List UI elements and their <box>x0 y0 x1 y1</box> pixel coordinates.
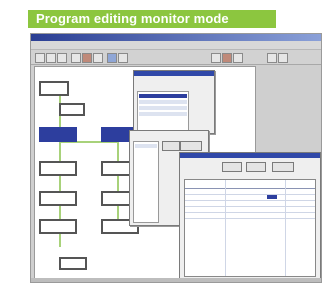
grid-line <box>185 200 315 201</box>
window-button[interactable] <box>180 141 202 151</box>
monitor-icon[interactable] <box>107 53 117 63</box>
grid-line <box>185 212 315 213</box>
zoom-icon[interactable] <box>267 53 277 63</box>
list-item[interactable] <box>135 144 157 148</box>
initial-step[interactable] <box>39 81 69 96</box>
device-list-window[interactable] <box>133 70 215 134</box>
stop-icon[interactable] <box>222 53 232 63</box>
list-item[interactable] <box>139 106 187 110</box>
cut-icon[interactable] <box>71 53 81 63</box>
step-box[interactable] <box>39 161 77 176</box>
menu-bar[interactable] <box>31 41 321 50</box>
caption-text: Program editing monitor mode <box>36 11 229 26</box>
help-icon[interactable] <box>278 53 288 63</box>
window-titlebar[interactable] <box>134 71 214 76</box>
list-item[interactable] <box>139 94 187 98</box>
step-box[interactable] <box>59 103 85 116</box>
grid-line <box>185 194 315 195</box>
status-bar <box>31 278 321 282</box>
save-icon[interactable] <box>57 53 67 63</box>
window-button[interactable] <box>162 141 180 151</box>
device-list[interactable] <box>137 91 189 131</box>
caption-banner: Program editing monitor mode <box>28 10 276 28</box>
monitor-window[interactable] <box>179 152 321 280</box>
window-button[interactable] <box>272 162 294 172</box>
title-bar[interactable] <box>31 34 321 41</box>
new-icon[interactable] <box>35 53 45 63</box>
grid-column-line <box>225 180 226 276</box>
run-icon[interactable] <box>211 53 221 63</box>
edit-cursor[interactable] <box>267 195 277 199</box>
edit-icon[interactable] <box>118 53 128 63</box>
step-box[interactable] <box>39 219 77 234</box>
register-list[interactable] <box>133 141 159 223</box>
step-icon[interactable] <box>233 53 243 63</box>
copy-icon[interactable] <box>82 53 92 63</box>
grid-line <box>185 206 315 207</box>
grid-header-line <box>185 188 315 189</box>
window-button[interactable] <box>246 162 266 172</box>
grid-column-line <box>285 180 286 276</box>
window-titlebar[interactable] <box>180 153 320 158</box>
list-item[interactable] <box>139 112 187 116</box>
step-box[interactable] <box>39 191 77 206</box>
list-item[interactable] <box>139 100 187 104</box>
toolbar <box>31 50 321 65</box>
open-icon[interactable] <box>46 53 56 63</box>
grid-line <box>185 218 315 219</box>
paste-icon[interactable] <box>93 53 103 63</box>
end-step[interactable] <box>59 257 87 270</box>
screenshot-window <box>30 33 322 283</box>
window-button[interactable] <box>222 162 242 172</box>
step-box-selected[interactable] <box>39 127 77 142</box>
sfc-link <box>117 141 119 231</box>
monitor-grid[interactable] <box>184 179 316 277</box>
